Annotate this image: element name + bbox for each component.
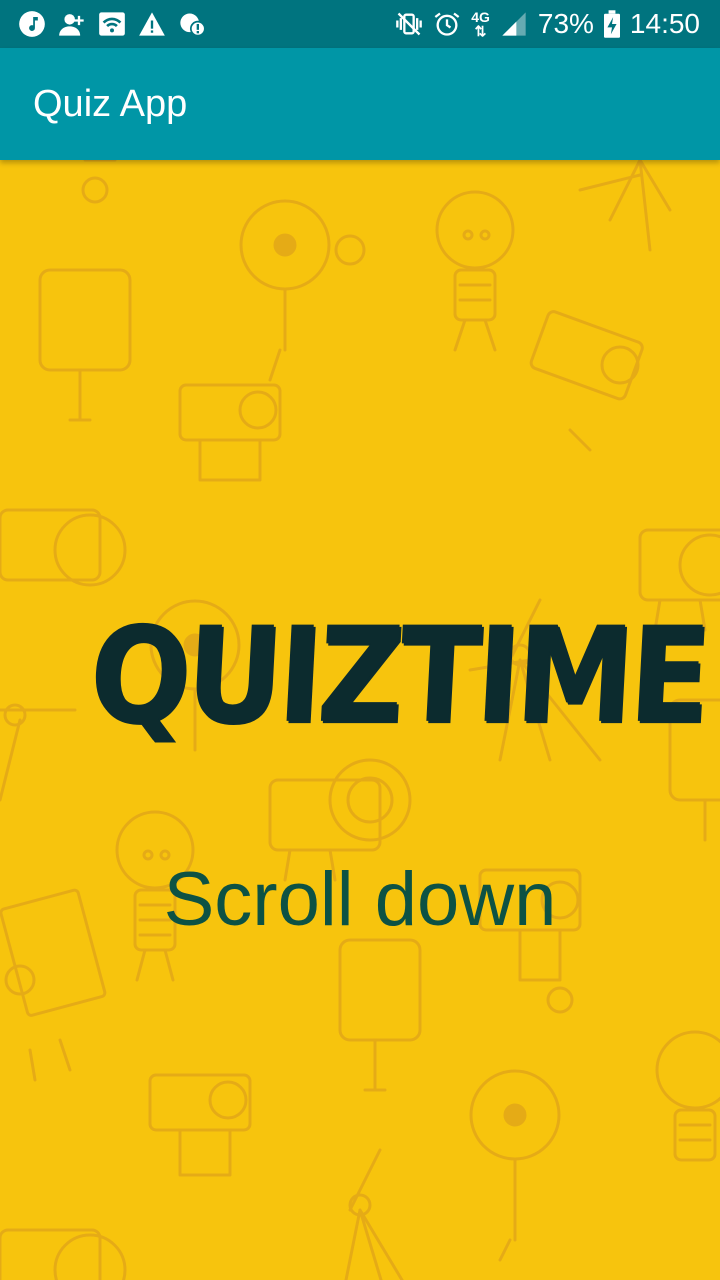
tripod-doodle — [344, 1148, 404, 1280]
battery-charging-icon — [603, 10, 620, 38]
eyeball-doodle — [469, 1069, 561, 1262]
clock: 14:50 — [629, 8, 700, 39]
popsicle-doodle — [338, 938, 422, 1092]
status-right-icons: 4G ⇅ 73% 14:50 — [395, 8, 700, 40]
cloud-sync-icon — [180, 13, 206, 37]
signal-icon — [502, 12, 526, 36]
tripod-doodle — [0, 703, 77, 802]
data-arrows-icon: ⇅ — [474, 23, 487, 39]
battery-percent: 73% — [537, 8, 594, 39]
slr-doodle — [178, 383, 282, 482]
status-bar: 4G ⇅ 73% 14:50 — [0, 0, 720, 48]
vibrate-mute-icon — [396, 12, 423, 36]
scroll-down-instruction: Scroll down — [163, 857, 557, 942]
tripod-doodle — [81, 160, 117, 204]
alarm-icon — [434, 12, 460, 36]
warning-icon — [139, 12, 165, 36]
camera-doodle — [0, 1228, 127, 1280]
camera-doodle — [0, 508, 127, 587]
slr-doodle — [148, 1073, 252, 1177]
eyeball-doodle — [239, 199, 366, 382]
add-contact-icon — [59, 14, 84, 36]
quiz-intro-screen[interactable]: QUIZTIME! Scroll down — [0, 160, 720, 1280]
status-left-icons — [18, 10, 206, 38]
lightbulb-doodle — [435, 190, 515, 352]
network-4g-icon: 4G ⇅ — [471, 10, 490, 38]
network-type-label: 4G — [471, 9, 490, 25]
quiztime-logo: QUIZTIME! — [85, 597, 720, 753]
app-bar: Quiz App — [0, 48, 720, 160]
lightbulb-doodle — [655, 1030, 720, 1162]
tripod-doodle — [578, 160, 672, 252]
app-title: Quiz App — [33, 82, 188, 125]
slr-doodle — [529, 310, 644, 452]
wifi-box-icon — [99, 12, 125, 36]
popsicle-doodle — [38, 268, 132, 422]
music-note-icon — [19, 11, 45, 37]
